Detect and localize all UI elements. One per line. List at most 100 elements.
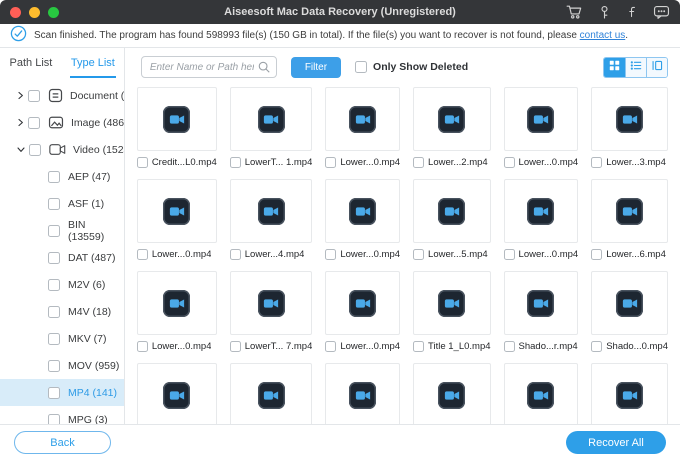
facebook-icon[interactable]: [626, 4, 639, 20]
file-checkbox[interactable]: [413, 249, 424, 260]
sidebar-item-mkv[interactable]: MKV (7): [0, 325, 124, 352]
chevron-down-icon[interactable]: [16, 145, 26, 154]
file-thumbnail[interactable]: [230, 271, 313, 335]
file-thumbnail[interactable]: [413, 271, 491, 335]
sidebar-item-bin[interactable]: BIN (13559): [0, 217, 124, 244]
sidebar-item-video[interactable]: Video (15245): [0, 136, 124, 163]
file-thumbnail[interactable]: [137, 179, 217, 243]
sidebar-item-document[interactable]: Document (124744): [0, 82, 124, 109]
chevron-right-icon[interactable]: [16, 118, 25, 127]
file-name: Title 1_L0.mp4: [428, 341, 491, 352]
file-checkbox[interactable]: [504, 249, 515, 260]
file-thumbnail[interactable]: [137, 271, 217, 335]
image-checkbox[interactable]: [28, 117, 40, 129]
file-thumbnail[interactable]: [504, 179, 579, 243]
sidebar-item-aep[interactable]: AEP (47): [0, 163, 124, 190]
file-checkbox[interactable]: [591, 157, 602, 168]
file-thumbnail[interactable]: [504, 87, 579, 151]
only-show-deleted-checkbox[interactable]: [355, 61, 367, 73]
sidebar-item-mpg[interactable]: MPG (3): [0, 406, 124, 424]
type-checkbox[interactable]: [48, 279, 60, 291]
file-thumbnail[interactable]: [591, 271, 668, 335]
file-thumbnail[interactable]: [413, 179, 491, 243]
tab-type-list[interactable]: Type List: [62, 48, 124, 78]
sidebar: Path List Type List Document (124744) Im…: [0, 48, 125, 424]
type-checkbox[interactable]: [48, 171, 60, 183]
type-checkbox[interactable]: [48, 333, 60, 345]
file-thumbnail[interactable]: [325, 271, 400, 335]
file-thumbnail[interactable]: [591, 179, 668, 243]
file-checkbox[interactable]: [504, 157, 515, 168]
file-checkbox[interactable]: [230, 341, 241, 352]
feedback-icon[interactable]: [653, 4, 670, 20]
cart-icon[interactable]: [566, 4, 583, 20]
file-meta: Lower...4.mp4: [230, 246, 313, 262]
type-checkbox[interactable]: [48, 414, 60, 425]
filter-button[interactable]: Filter: [291, 57, 341, 78]
type-checkbox[interactable]: [48, 252, 60, 264]
file-thumbnail[interactable]: [504, 363, 579, 424]
video-icon: [49, 143, 66, 156]
file-cell: Lower...5.mp4: [413, 179, 491, 262]
sidebar-item-mp4[interactable]: MP4 (141): [0, 379, 124, 406]
file-cell: Title 1_L0.mp4: [413, 271, 491, 354]
minimize-button[interactable]: [29, 7, 40, 18]
back-button[interactable]: Back: [14, 431, 111, 454]
file-thumbnail[interactable]: [230, 363, 313, 424]
file-thumbnail[interactable]: [137, 87, 217, 151]
file-thumbnail[interactable]: [230, 87, 313, 151]
file-name: Lower...0.mp4: [340, 249, 400, 260]
file-checkbox[interactable]: [504, 341, 515, 352]
file-checkbox[interactable]: [413, 157, 424, 168]
file-thumbnail[interactable]: [591, 363, 668, 424]
file-thumbnail[interactable]: [230, 179, 313, 243]
video-checkbox[interactable]: [29, 144, 41, 156]
file-checkbox[interactable]: [325, 249, 336, 260]
chevron-right-icon[interactable]: [16, 91, 25, 100]
file-checkbox[interactable]: [325, 341, 336, 352]
type-checkbox[interactable]: [48, 360, 60, 372]
sidebar-item-m4v[interactable]: M4V (18): [0, 298, 124, 325]
file-checkbox[interactable]: [230, 157, 241, 168]
file-checkbox[interactable]: [137, 341, 148, 352]
contact-us-link[interactable]: contact us: [580, 30, 626, 41]
file-checkbox[interactable]: [137, 157, 148, 168]
tab-path-list[interactable]: Path List: [0, 48, 62, 78]
type-checkbox[interactable]: [48, 198, 60, 210]
file-thumbnail[interactable]: [504, 271, 579, 335]
grid-view-icon: [609, 58, 620, 76]
file-thumbnail[interactable]: [591, 87, 668, 151]
file-cell: Lower...2.mp4: [413, 87, 491, 170]
file-thumbnail[interactable]: [137, 363, 217, 424]
file-name: Lower...6.mp4: [606, 249, 666, 260]
sidebar-item-dat[interactable]: DAT (487): [0, 244, 124, 271]
preview-view-button[interactable]: [646, 58, 667, 77]
file-checkbox[interactable]: [230, 249, 241, 260]
recover-all-button[interactable]: Recover All: [566, 431, 666, 454]
document-checkbox[interactable]: [28, 90, 40, 102]
sidebar-item-mov[interactable]: MOV (959): [0, 352, 124, 379]
file-checkbox[interactable]: [325, 157, 336, 168]
file-thumbnail[interactable]: [413, 363, 491, 424]
grid-view-button[interactable]: [604, 58, 625, 77]
type-checkbox[interactable]: [48, 225, 60, 237]
file-thumbnail[interactable]: [325, 363, 400, 424]
file-checkbox[interactable]: [137, 249, 148, 260]
file-thumbnail[interactable]: [325, 87, 400, 151]
file-thumbnail[interactable]: [413, 87, 491, 151]
file-checkbox[interactable]: [591, 249, 602, 260]
sidebar-item-asf[interactable]: ASF (1): [0, 190, 124, 217]
video-file-icon: [163, 106, 190, 133]
zoom-button[interactable]: [48, 7, 59, 18]
list-view-button[interactable]: [625, 58, 646, 77]
file-checkbox[interactable]: [413, 341, 424, 352]
file-checkbox[interactable]: [591, 341, 602, 352]
sidebar-item-image[interactable]: Image (48687): [0, 109, 124, 136]
file-thumbnail[interactable]: [325, 179, 400, 243]
type-checkbox[interactable]: [48, 306, 60, 318]
sidebar-item-m2v[interactable]: M2V (6): [0, 271, 124, 298]
key-icon[interactable]: [597, 4, 612, 20]
only-show-deleted-toggle[interactable]: Only Show Deleted: [355, 61, 468, 73]
close-button[interactable]: [10, 7, 21, 18]
type-checkbox[interactable]: [48, 387, 60, 399]
